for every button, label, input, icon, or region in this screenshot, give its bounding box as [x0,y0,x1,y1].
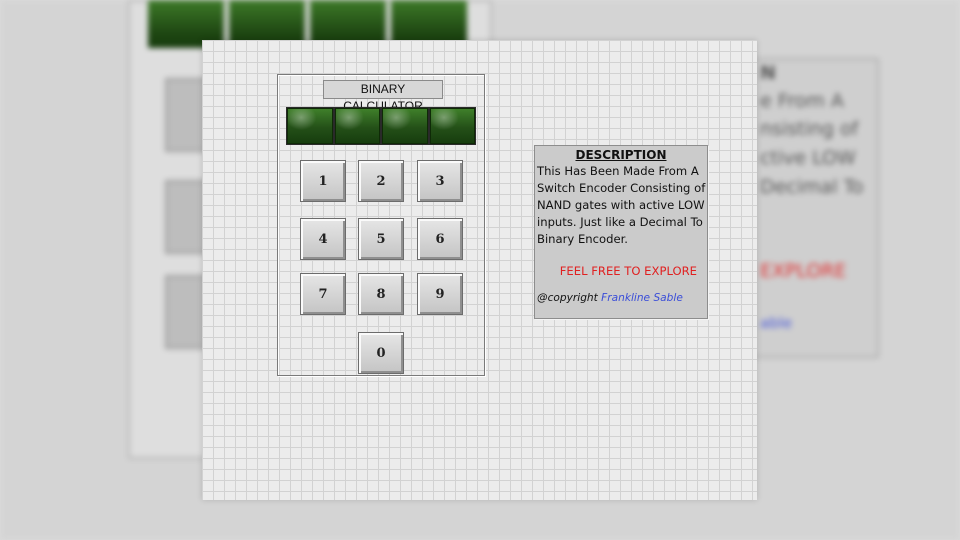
key-5-button[interactable]: 5 [358,218,404,260]
background-text: Decimal To [760,176,864,198]
background-text: nsisting of [760,118,859,140]
key-3-button[interactable]: 3 [417,160,463,202]
led-indicator [334,108,380,144]
led-indicator [287,108,333,144]
key-6-button[interactable]: 6 [417,218,463,260]
led-indicator [382,108,428,144]
key-8-button[interactable]: 8 [358,273,404,315]
key-4-button[interactable]: 4 [300,218,346,260]
copyright-line: @copyright Frankline Sable [535,292,707,304]
front-panel: BINARY CALCULATOR 1 2 3 4 5 6 7 8 9 0 DE… [202,40,757,500]
led-indicator [429,108,475,144]
background-text: ctive LOW [760,147,856,169]
calculator-title: BINARY CALCULATOR [323,80,443,113]
author-name: Frankline Sable [601,292,683,304]
key-0-button[interactable]: 0 [358,332,404,374]
key-2-button[interactable]: 2 [358,160,404,202]
key-9-button[interactable]: 9 [417,273,463,315]
description-heading: DESCRIPTION [575,148,667,162]
binary-display [286,107,476,145]
background-text: able [760,314,793,332]
copyright-prefix: @copyright [537,292,598,304]
background-text: N [760,62,776,84]
background-text: e From A [760,90,844,112]
background-text: EXPLORE [760,260,847,282]
key-7-button[interactable]: 7 [300,273,346,315]
key-1-button[interactable]: 1 [300,160,346,202]
description-box: DESCRIPTION This Has Been Made From A Sw… [534,145,708,319]
description-body: This Has Been Made From A Switch Encoder… [537,164,706,246]
explore-message: FEEL FREE TO EXPLORE [559,264,697,278]
